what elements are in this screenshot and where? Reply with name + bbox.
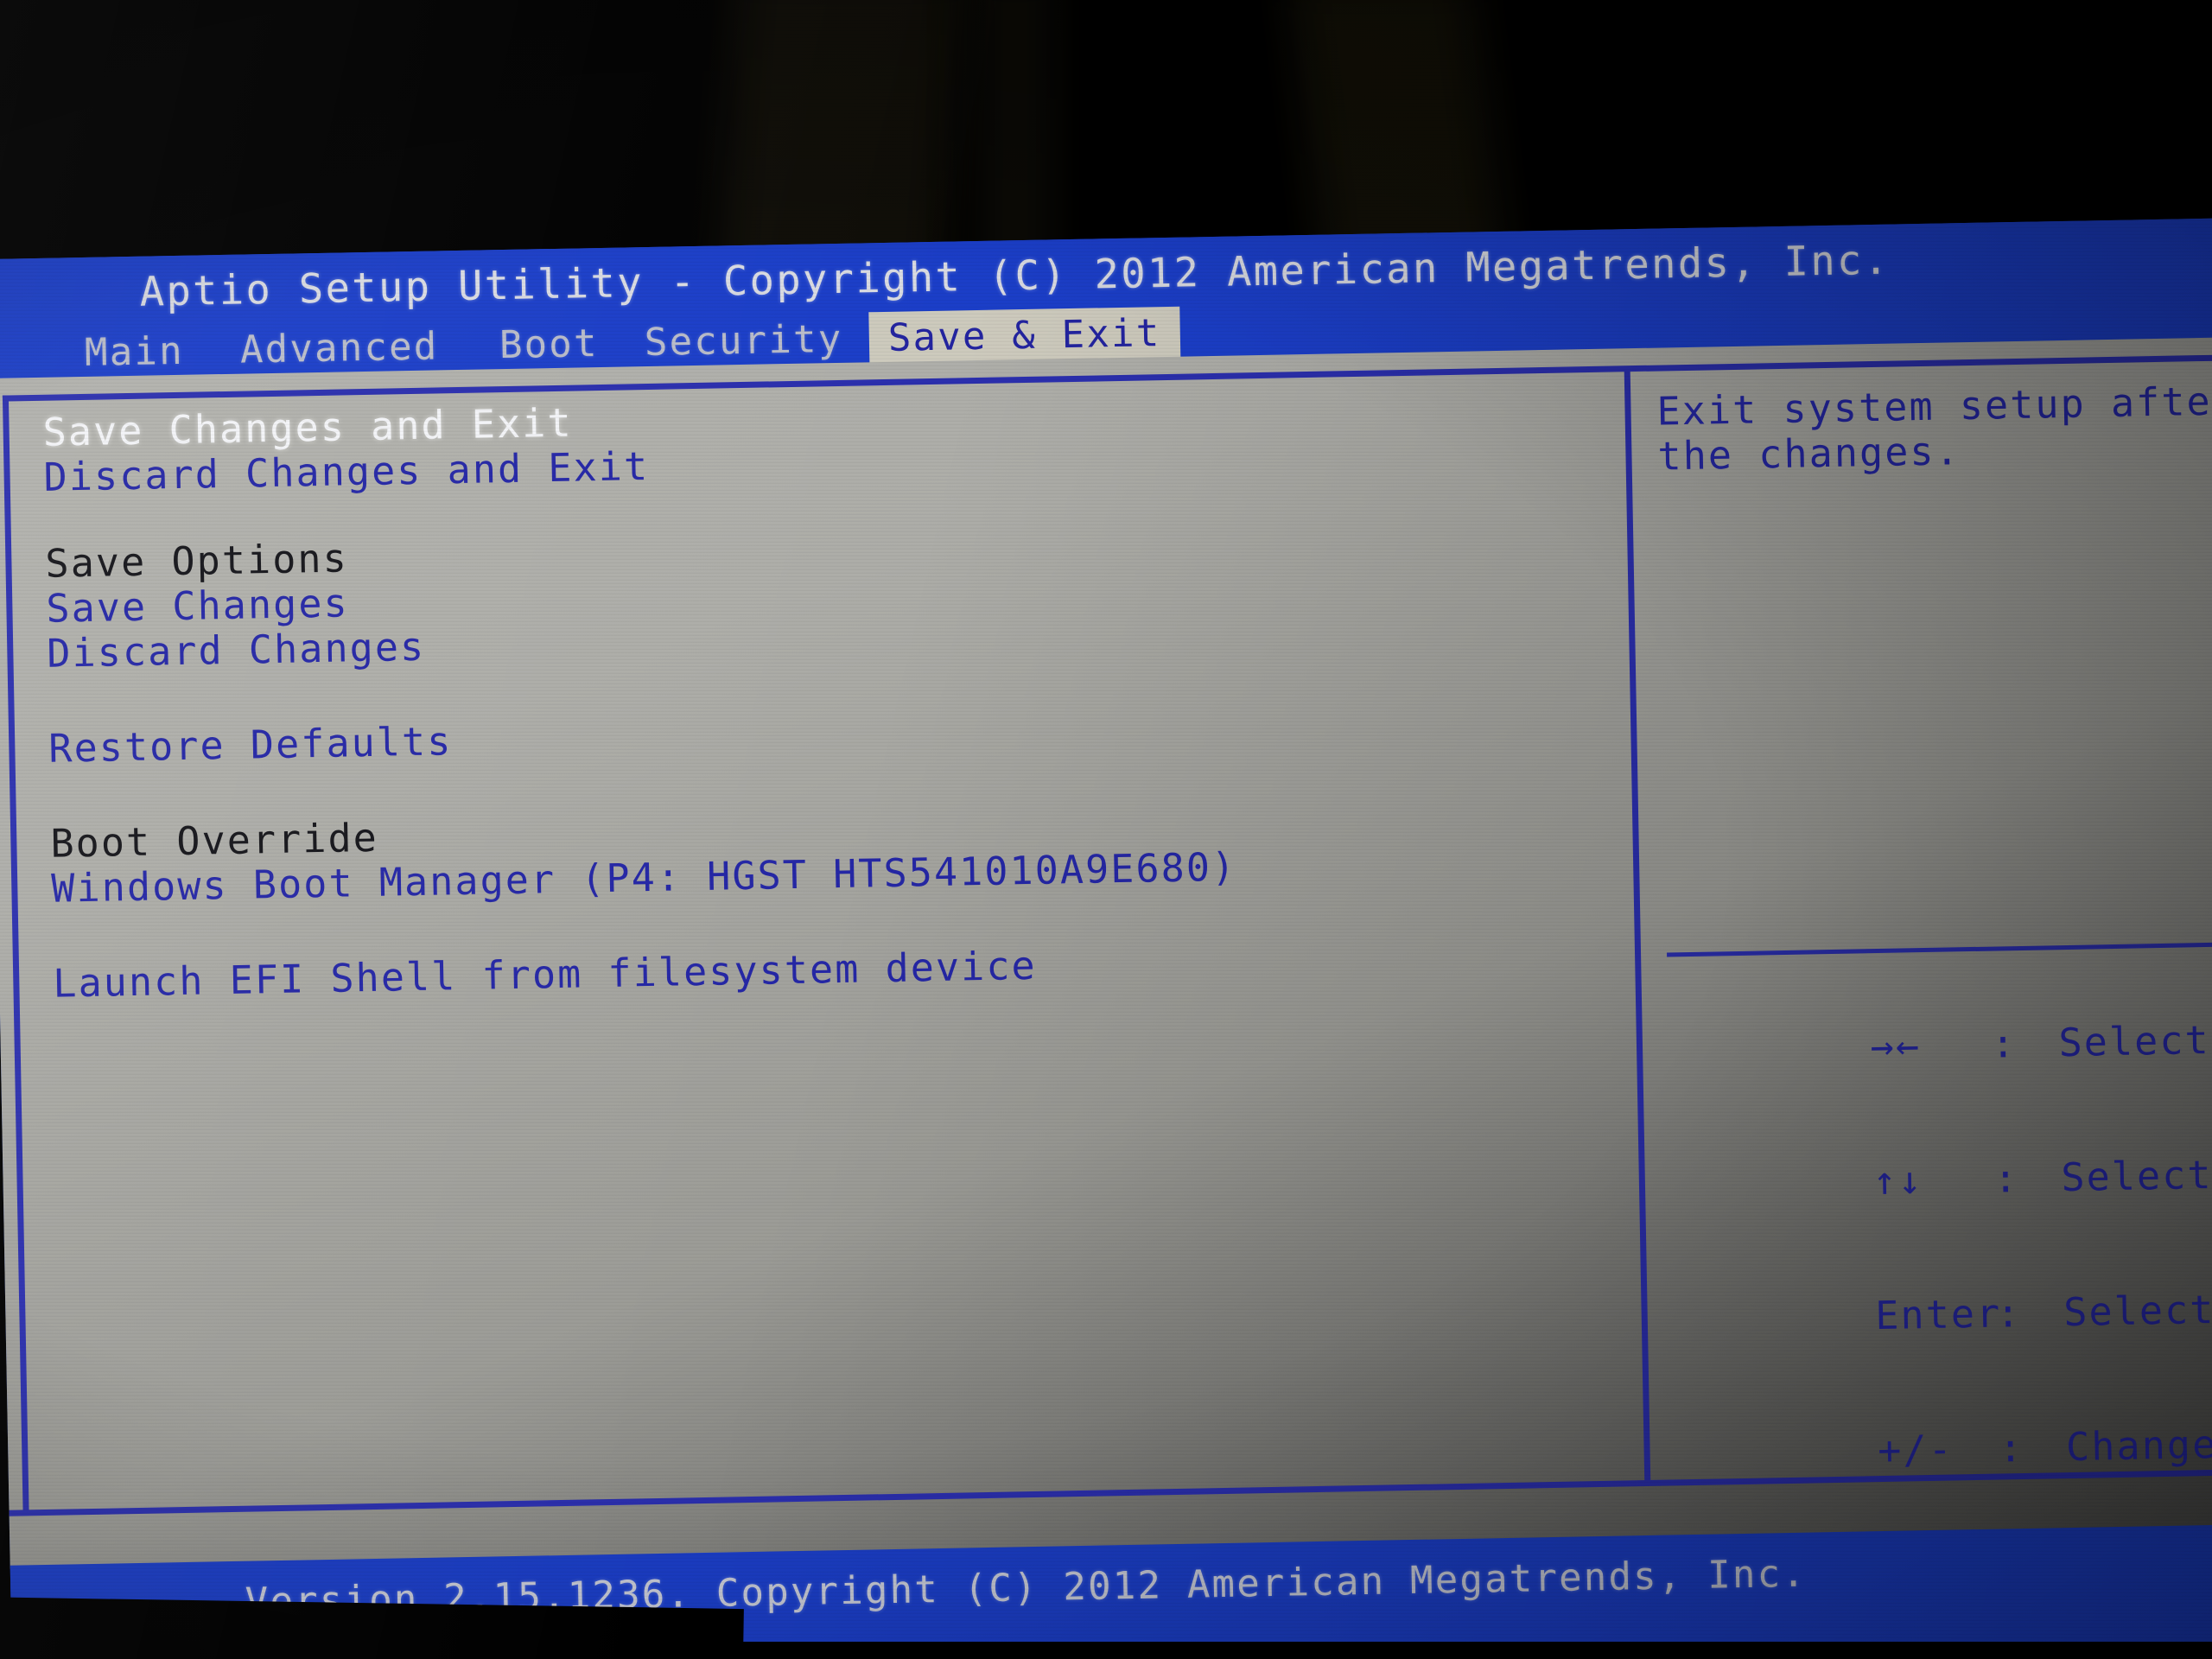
legend-action: Select Item — [2060, 1151, 2212, 1201]
legend-colon: : — [1993, 1155, 2020, 1202]
legend-colon: : — [1995, 1290, 2022, 1337]
photo-of-monitor: Aptio Setup Utility - Copyright (C) 2012… — [0, 0, 2212, 1659]
legend-key-plus-minus: +/- — [1877, 1426, 1955, 1474]
tab-boot[interactable]: Boot — [499, 317, 599, 372]
tab-main[interactable]: Main — [84, 325, 185, 380]
legend-row-plus-minus: +/-: Change Opt. — [1675, 1376, 2212, 1522]
arrow-up-down-icon: ↑↓ — [1872, 1157, 1924, 1205]
legend-colon: : — [1991, 1020, 2018, 1067]
legend-row-select-screen: →←: Select Screen — [1668, 972, 2212, 1118]
help-panel: Exit system setup after s the changes. — [1656, 378, 2212, 479]
legend-action: Select — [2063, 1286, 2212, 1336]
settings-menu-list: Save Changes and Exit Discard Changes an… — [42, 382, 1608, 1007]
arrow-left-right-icon: →← — [1870, 1022, 1922, 1070]
legend-key-enter: Enter — [1874, 1290, 2002, 1339]
legend-row-enter: Enter: Select — [1672, 1242, 2212, 1388]
legend-action: Change Opt. — [2065, 1421, 2212, 1471]
bios-setup-screen: Aptio Setup Utility - Copyright (C) 2012… — [0, 218, 2212, 1659]
tab-security[interactable]: Security — [644, 313, 843, 370]
legend-colon: : — [1998, 1425, 2024, 1471]
legend-row-select-item: ↑↓: Select Item — [1670, 1107, 2212, 1253]
legend-action: Select Screen — [2058, 1016, 2211, 1066]
tab-advanced[interactable]: Advanced — [239, 320, 439, 377]
